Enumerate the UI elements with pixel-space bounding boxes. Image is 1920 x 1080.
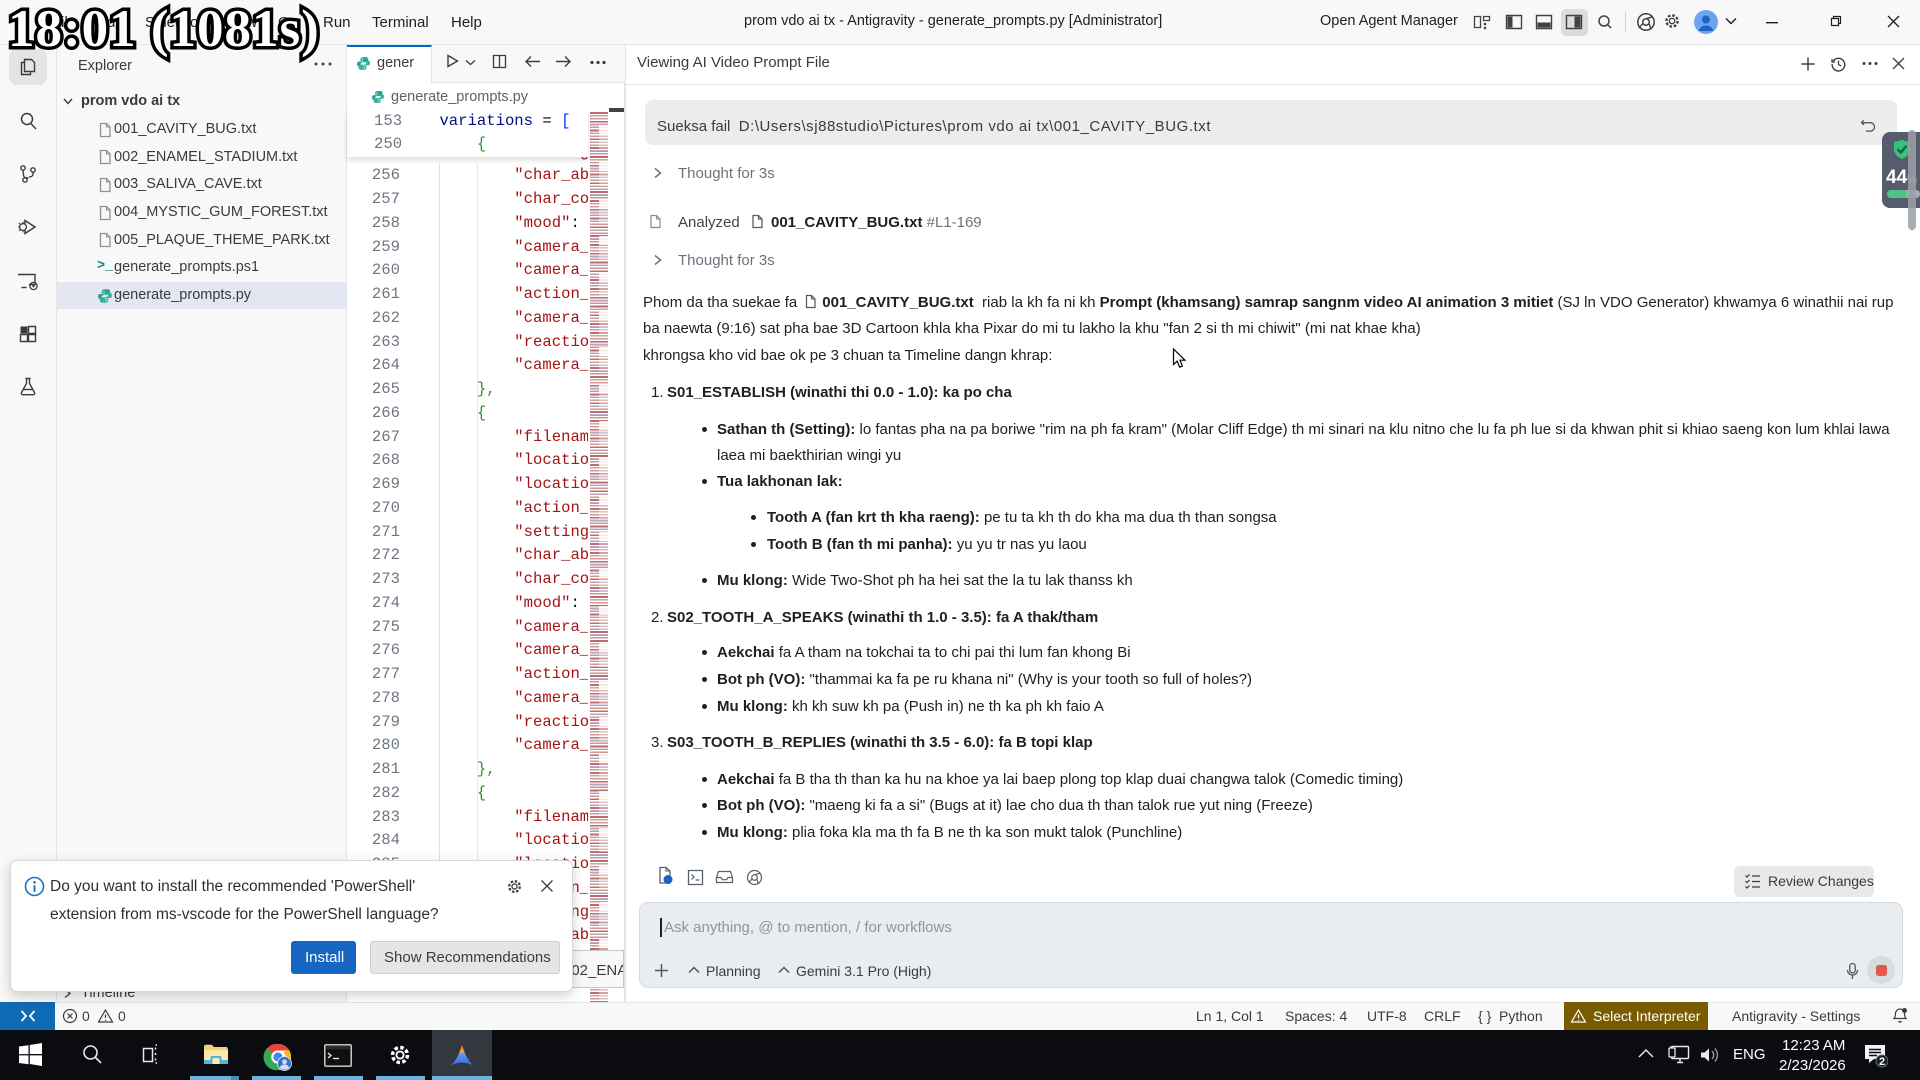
svg-text:18:01 (1081s): 18:01 (1081s)	[8, 0, 320, 58]
svg-text:2: 2	[1879, 1056, 1885, 1068]
